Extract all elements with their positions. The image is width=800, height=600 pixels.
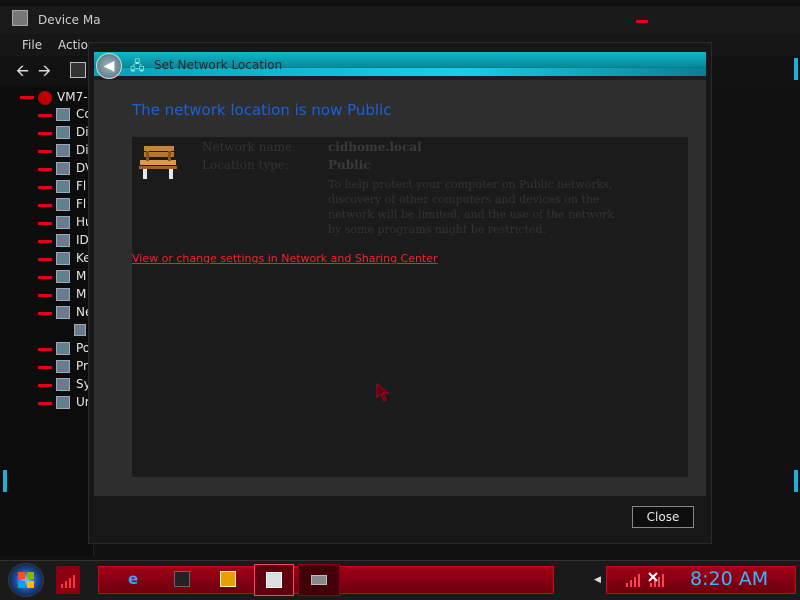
tree-item[interactable]: Di xyxy=(0,124,94,142)
close-button[interactable]: Close xyxy=(632,506,694,528)
tree-item[interactable]: ID xyxy=(0,232,94,250)
network-device-icon[interactable] xyxy=(74,324,86,336)
ide-controller-icon xyxy=(56,234,70,247)
network-sharing-center-link[interactable]: View or change settings in Network and S… xyxy=(132,252,438,265)
tree-item[interactable]: M xyxy=(0,286,94,304)
network-name-value: cidhome.local xyxy=(328,140,422,154)
hid-icon xyxy=(56,216,70,229)
floppy-controller-icon xyxy=(56,198,70,211)
mouse-cursor-icon xyxy=(376,383,390,402)
computer-icon xyxy=(56,108,70,121)
windows-logo-icon xyxy=(18,572,34,588)
disk-drive-icon xyxy=(56,126,70,139)
network-icon: 🖧 xyxy=(130,59,145,74)
frame-accent xyxy=(794,470,798,492)
keyboard-icon xyxy=(56,252,70,265)
dvd-drive-icon xyxy=(56,162,70,175)
frame-accent xyxy=(3,470,7,492)
floppy-drive-icon xyxy=(56,180,70,193)
location-type-label: Location type: xyxy=(202,158,289,172)
device-manager-task-icon xyxy=(266,572,282,588)
sidebar-icon[interactable] xyxy=(174,571,190,587)
device-manager-titlebar[interactable] xyxy=(0,6,800,34)
properties-toolbar-icon[interactable] xyxy=(70,62,86,78)
signal-icon[interactable] xyxy=(56,566,80,594)
tree-item[interactable]: Co xyxy=(0,106,94,124)
network-disconnected-icon[interactable] xyxy=(648,572,666,588)
system-device-icon xyxy=(56,378,70,391)
device-manager-icon xyxy=(12,10,28,26)
location-description: To help protect your computer on Public … xyxy=(328,178,615,236)
show-hidden-icons-icon[interactable]: ◀ xyxy=(594,575,601,585)
mouse-icon xyxy=(56,270,70,283)
headline: The network location is now Public xyxy=(132,101,392,119)
usb-icon xyxy=(56,396,70,409)
network-adapter-icon xyxy=(56,306,70,319)
tree-item[interactable]: Ne xyxy=(0,304,94,322)
forward-arrow-icon[interactable]: 🡪 xyxy=(38,63,56,79)
ie-icon[interactable]: e xyxy=(128,571,144,587)
device-manager-title: Device Ma xyxy=(38,13,101,27)
menu-file[interactable]: File xyxy=(22,38,42,52)
media-player-icon[interactable] xyxy=(220,571,236,587)
display-adapter-icon xyxy=(56,144,70,157)
tree-root-label[interactable]: VM7- xyxy=(57,90,88,104)
tree-item[interactable]: Fl xyxy=(0,196,94,214)
back-arrow-icon[interactable]: 🡨 xyxy=(16,63,34,79)
clock[interactable]: 8:20 AM xyxy=(690,568,768,590)
tree-item[interactable]: Ke xyxy=(0,250,94,268)
processor-icon xyxy=(56,360,70,373)
minimize-icon[interactable] xyxy=(636,20,648,23)
tree-item[interactable]: Ur xyxy=(0,394,94,412)
port-icon xyxy=(56,342,70,355)
frame-accent xyxy=(794,58,798,80)
tree-item[interactable]: Po xyxy=(0,340,94,358)
tree-item[interactable]: Hu xyxy=(0,214,94,232)
tree-item[interactable]: Pr xyxy=(0,358,94,376)
network-signal-icon[interactable] xyxy=(624,572,642,588)
monitor-icon xyxy=(56,288,70,301)
network-task-icon xyxy=(311,575,327,585)
dialog-title: Set Network Location xyxy=(154,58,283,72)
back-button[interactable]: ◀ xyxy=(96,53,122,79)
network-name-label: Network name: xyxy=(202,140,297,154)
tree-item[interactable]: Fl xyxy=(0,178,94,196)
collapse-icon[interactable] xyxy=(20,96,34,99)
computer-root-icon xyxy=(38,91,52,105)
tree-item[interactable]: M xyxy=(0,268,94,286)
tree-item[interactable]: DV xyxy=(0,160,94,178)
location-type-value: Public xyxy=(328,158,371,172)
park-bench-icon xyxy=(139,146,177,179)
tree-item[interactable]: Sy xyxy=(0,376,94,394)
tree-item[interactable]: Di xyxy=(0,142,94,160)
